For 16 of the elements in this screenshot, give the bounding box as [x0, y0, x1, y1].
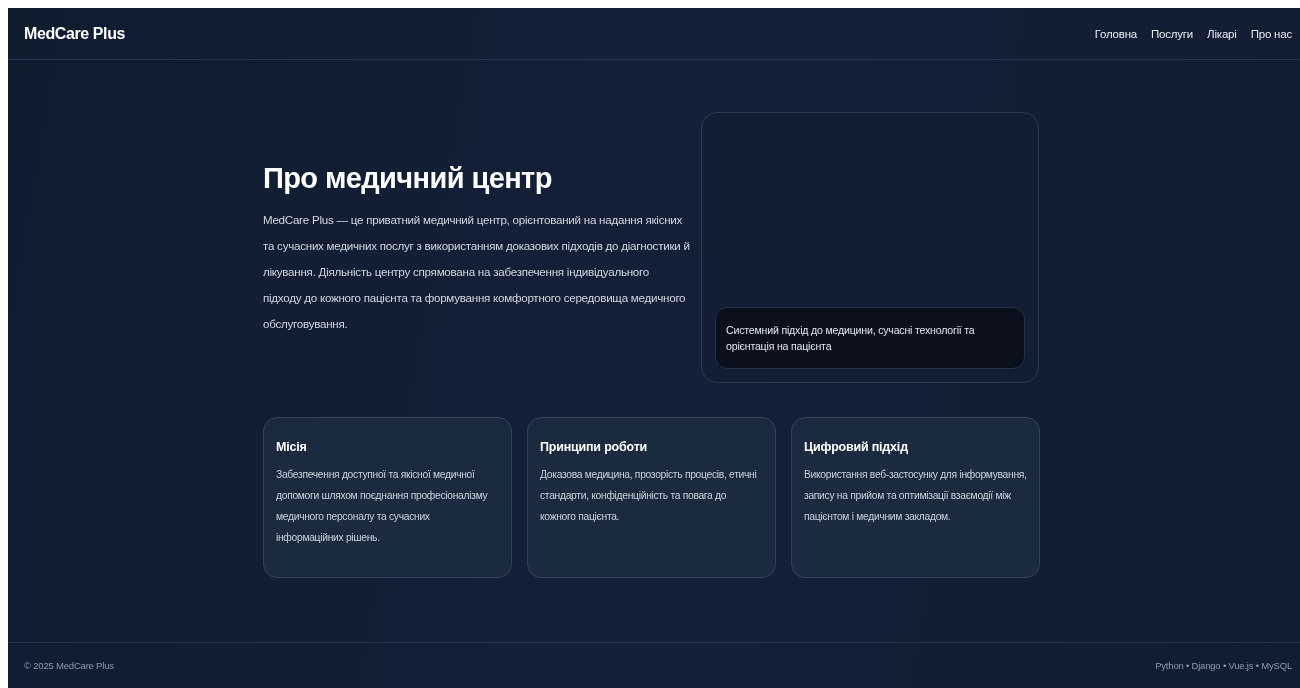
card-title: Місія: [276, 440, 308, 454]
brand-logo[interactable]: MedCare Plus: [24, 24, 125, 43]
nav-link[interactable]: Головна: [1094, 27, 1137, 40]
card-text: Використання веб-застосунку для інформування, запису на прийом та оптимізації взаємодії між пацієнтом і медичним закладом.: [804, 468, 1027, 524]
copyright-text: © 2025 MedCare Plus: [24, 660, 114, 671]
tech-stack-text: Python • Django • Vue.js • MySQL: [1155, 660, 1292, 671]
page-title: Про медичний центр: [263, 162, 553, 195]
nav-link[interactable]: Про нас: [1250, 27, 1292, 40]
card-text: Доказова медицина, прозорість процесів, етичні стандарти, конфіденційність та повага до кожного пацієнта.: [540, 468, 758, 524]
intro-paragraph: MedCare Plus — це приватний медичний центр, орієнтований на надання якісних та сучасних медичних послуг з використанням доказових підходів до діагностики й лікування. Діяльність центру спрямована на забезпечення індивідуального підходу до кожного пацієнта та формування комфортного середовища медичного обслуговування.: [263, 212, 690, 332]
nav-link[interactable]: Послуги: [1151, 27, 1194, 40]
card-text: Забезпечення доступної та якісної медичної допомоги шляхом поєднання професіоналізму медичного персоналу та сучасних інформаційних рішень.: [276, 468, 489, 545]
nav-link[interactable]: Лікарі: [1207, 27, 1237, 40]
card-title: Цифровий підхід: [804, 440, 909, 454]
media-caption: Системний підхід до медицини, сучасні технології та орієнтація на пацієнта: [715, 307, 1025, 369]
card-title: Принципи роботи: [540, 440, 649, 454]
